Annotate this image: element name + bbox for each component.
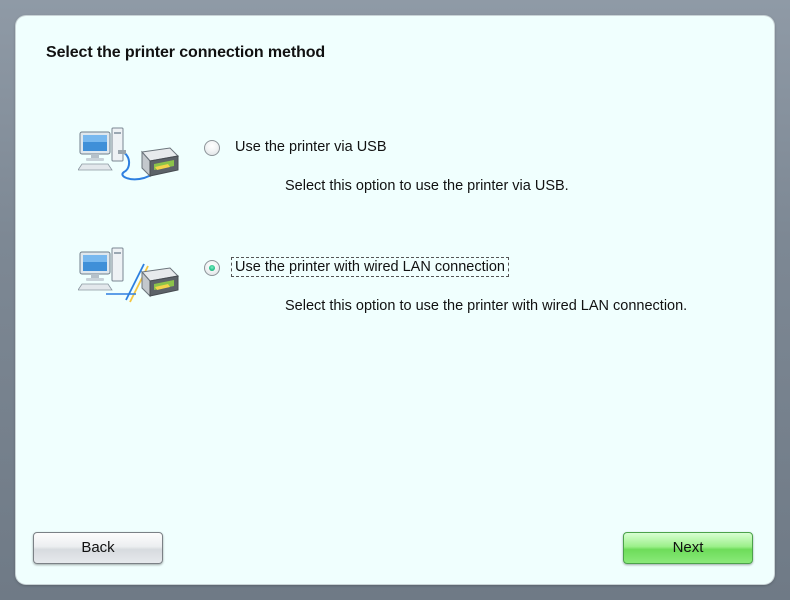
wired-lan-option-label[interactable]: Use the printer with wired LAN connectio… (231, 257, 509, 277)
dialog-panel: Select the printer connection method Use… (16, 16, 774, 584)
back-button[interactable]: Back (33, 532, 163, 564)
next-button[interactable]: Next (623, 532, 753, 564)
wired-lan-radio-button[interactable] (204, 260, 220, 276)
page-title: Select the printer connection method (46, 44, 326, 61)
usb-option-label[interactable]: Use the printer via USB (235, 139, 387, 155)
wired-lan-connection-icon (77, 244, 182, 308)
usb-radio-button[interactable] (204, 140, 220, 156)
usb-option-description: Select this option to use the printer vi… (285, 178, 569, 194)
usb-connection-icon (77, 124, 182, 188)
wired-lan-option-description: Select this option to use the printer wi… (285, 298, 688, 314)
